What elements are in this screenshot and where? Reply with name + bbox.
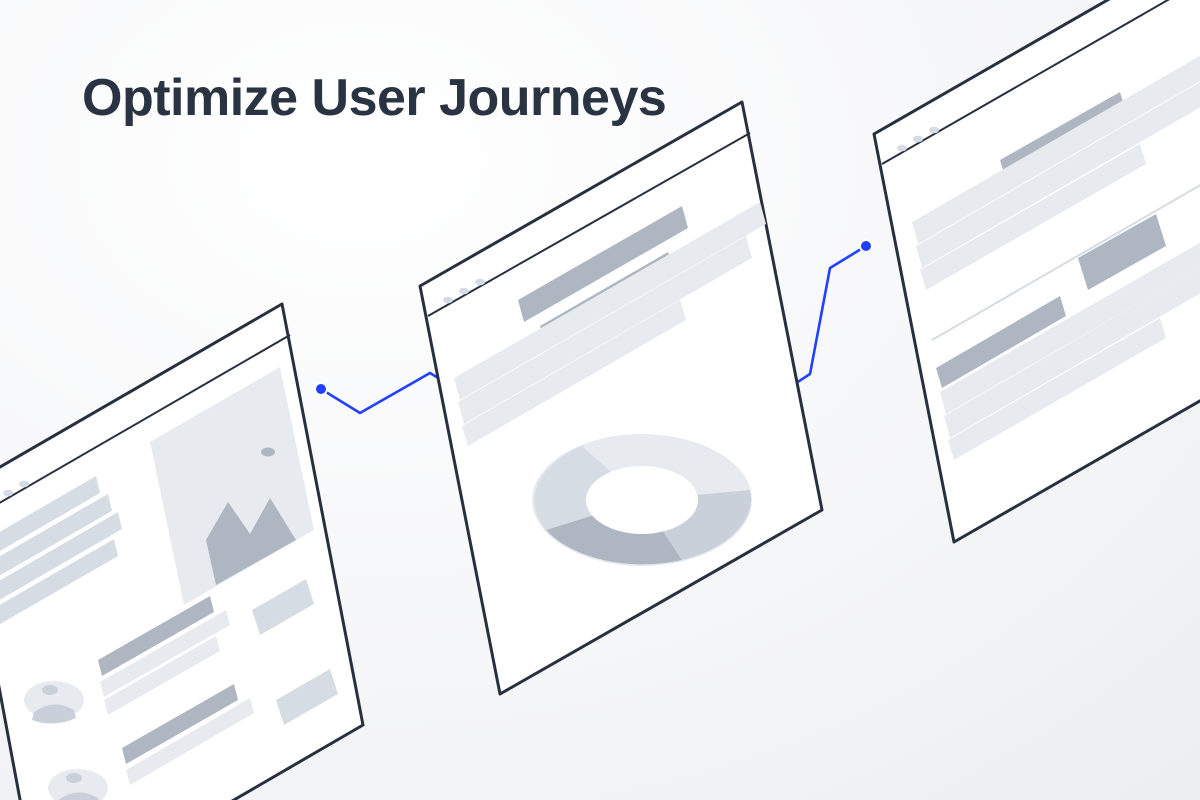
wireframe-profile-card xyxy=(0,304,363,800)
wireframe-analytics-card xyxy=(420,102,822,694)
wireframe-article-card xyxy=(874,0,1200,542)
diagram-stage: Optimize User Journeys xyxy=(0,0,1200,800)
donut-chart-icon xyxy=(532,434,752,566)
journey-scene xyxy=(0,0,1200,800)
